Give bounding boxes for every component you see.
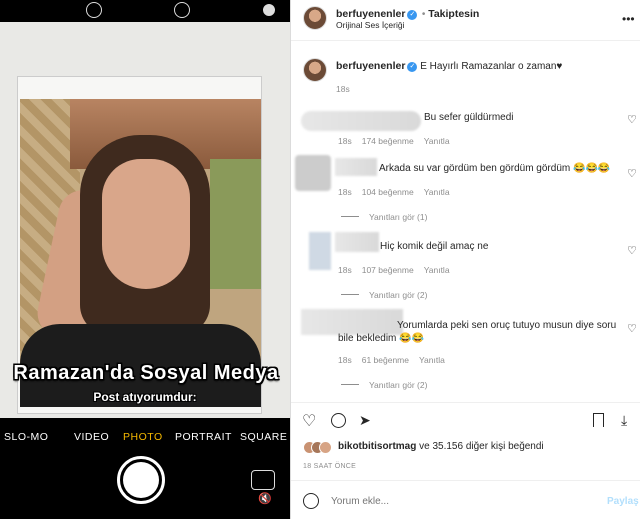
view-replies[interactable]: Yanıtları gör (2): [341, 290, 427, 300]
camera-screen: Ramazan'da Sosyal Medya Post atıyorumdur…: [0, 0, 290, 519]
comment-meta: 18s 104 beğenme Yanıtla: [338, 187, 450, 197]
comment-text-line2: bile bekledim 😂😂: [338, 333, 425, 344]
camera-top-bar: [0, 0, 290, 22]
share-icon[interactable]: ➤: [359, 412, 371, 429]
comment-text: Bu sefer güldürmedi: [424, 112, 514, 123]
comment-like-icon[interactable]: ♡: [627, 244, 637, 257]
comment-text-line1: Yorumlarda peki sen oruç tutuyo musun di…: [397, 320, 617, 331]
portrait-photo: [20, 99, 261, 407]
more-options-icon[interactable]: •••: [622, 12, 635, 26]
instagram-post-panel: berfuyenenler ✓ • Takiptesin Orijinal Ses…: [290, 0, 640, 519]
caption-avatar[interactable]: [303, 58, 327, 82]
meme-caption-subtitle: Post atıyorumdur:: [93, 390, 197, 404]
blurred-commenter-avatar: [309, 232, 331, 270]
divider: [291, 40, 640, 41]
verified-icon: ✓: [407, 62, 418, 72]
mute-icon[interactable]: 🔇: [258, 492, 274, 506]
follow-status[interactable]: Takiptesin: [428, 8, 479, 20]
camera-mode-selector: SLO-MO VIDEO PHOTO PORTRAIT SQUARE: [0, 428, 290, 448]
comment-text: Hiç komik değil amaç ne: [380, 241, 489, 252]
save-icon[interactable]: [593, 413, 604, 427]
liker-avatar: [319, 441, 332, 454]
comment-like-icon[interactable]: ♡: [627, 167, 637, 180]
emoji-icon[interactable]: [303, 493, 319, 509]
blurred-commenter: [335, 158, 377, 176]
reply-button[interactable]: Yanıtla: [424, 187, 450, 197]
flip-camera-icon[interactable]: [251, 470, 275, 490]
liker-username[interactable]: bikotbitisortmag: [338, 441, 416, 452]
caption-time: 18s: [336, 84, 350, 94]
likes-count[interactable]: ve 35.156 diğer kişi beğendi: [419, 441, 544, 452]
blurred-commenter: [335, 232, 379, 252]
reply-button[interactable]: Yanıtla: [419, 355, 445, 365]
comment-icon[interactable]: [331, 413, 346, 428]
view-replies[interactable]: Yanıtları gör (1): [341, 212, 427, 222]
shutter-button[interactable]: [117, 456, 165, 504]
mode-video[interactable]: VIDEO: [74, 431, 109, 443]
mode-portrait[interactable]: PORTRAIT: [175, 431, 232, 443]
comment-text: Arkada su var gördüm ben gördüm gördüm 😂…: [379, 163, 611, 174]
reply-button[interactable]: Yanıtla: [424, 136, 450, 146]
shutter-inner: [123, 462, 159, 498]
mode-square[interactable]: SQUARE: [240, 431, 287, 443]
likes-summary: bikotbitisortmag ve 35.156 diğer kişi be…: [338, 441, 544, 452]
caption-username[interactable]: berfuyenenler: [336, 60, 405, 72]
comment-meta: 18s 107 beğenme Yanıtla: [338, 265, 450, 275]
divider: [291, 402, 640, 403]
caption: berfuyenenler ✓ E Hayırlı Ramazanlar o za…: [336, 60, 562, 72]
blurred-commenter-avatar: [295, 155, 331, 191]
comment-like-icon[interactable]: ♡: [627, 322, 637, 335]
mode-photo[interactable]: PHOTO: [123, 431, 163, 443]
live-photo-icon[interactable]: [86, 2, 102, 18]
post-comment-button[interactable]: Paylaş: [607, 496, 639, 507]
comment-meta: 18s 174 beğenme Yanıtla: [338, 136, 450, 146]
viewfinder: Ramazan'da Sosyal Medya Post atıyorumdur…: [0, 22, 290, 418]
divider: [291, 480, 640, 481]
blurred-commenter: [301, 111, 421, 131]
comment-input[interactable]: [331, 492, 581, 510]
comment-like-icon[interactable]: ♡: [627, 113, 637, 126]
settings-toggle-icon[interactable]: [263, 4, 275, 16]
comment-meta: 18s 61 beğenme Yanıtla: [338, 355, 445, 365]
author-username[interactable]: berfuyenenler: [336, 8, 405, 20]
blurred-commenter: [301, 309, 403, 335]
like-icon[interactable]: ♡: [302, 411, 316, 431]
audio-label[interactable]: Orijinal Ses İçeriği: [336, 20, 405, 30]
view-replies[interactable]: Yanıtları gör (2): [341, 380, 427, 390]
author-avatar[interactable]: [303, 6, 327, 30]
verified-icon: ✓: [407, 10, 418, 20]
mode-slo-mo[interactable]: SLO-MO: [4, 431, 48, 443]
reply-button[interactable]: Yanıtla: [424, 265, 450, 275]
post-time: 18 SAAT ÖNCE: [303, 463, 357, 470]
caption-text: E Hayırlı Ramazanlar o zaman♥: [420, 61, 563, 72]
timer-icon[interactable]: [174, 2, 190, 18]
meme-caption-title: Ramazan'da Sosyal Medya: [13, 362, 279, 384]
download-icon[interactable]: ⤓: [621, 412, 627, 429]
